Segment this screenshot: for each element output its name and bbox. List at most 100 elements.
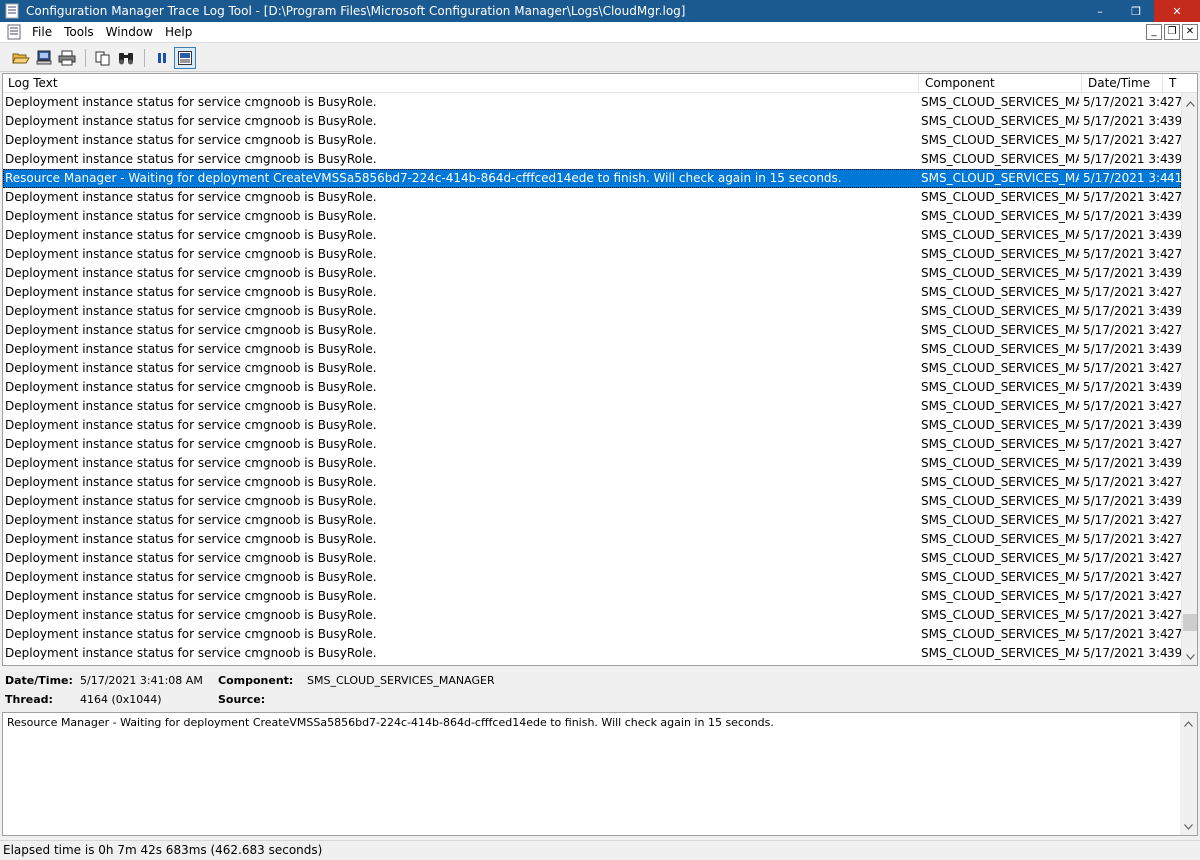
table-row[interactable]: Deployment instance status for service c… <box>3 150 1181 169</box>
table-row[interactable]: Deployment instance status for service c… <box>3 207 1181 226</box>
log-list[interactable]: Log Text Component Date/Time T Deploymen… <box>2 73 1198 666</box>
toolbar-separator <box>144 48 145 67</box>
mdi-minimize-button[interactable]: _ <box>1146 24 1162 40</box>
table-row[interactable]: Deployment instance status for service c… <box>3 530 1181 549</box>
open-folder-icon <box>12 53 30 63</box>
column-header-datetime[interactable]: Date/Time <box>1083 74 1163 93</box>
log-text-cell: Resource Manager - Waiting for deploymen… <box>5 171 842 185</box>
thread-cell: 390 <box>1167 304 1181 318</box>
find-button[interactable] <box>115 47 137 69</box>
toggle-details-button[interactable] <box>174 46 196 69</box>
table-row[interactable]: Deployment instance status for service c… <box>3 492 1181 511</box>
table-row[interactable]: Deployment instance status for service c… <box>3 93 1181 112</box>
scroll-thumb[interactable] <box>1183 614 1197 631</box>
minimize-button[interactable]: – <box>1082 0 1118 22</box>
thread-value: 4164 (0x1044) <box>80 693 162 706</box>
component-cell: SMS_CLOUD_SERVICES_MANAGER <box>921 361 1079 375</box>
menu-file[interactable]: File <box>26 25 58 39</box>
datetime-cell: 5/17/2021 3:41 <box>1083 627 1167 641</box>
datetime-label: Date/Time: <box>5 674 73 687</box>
scroll-up-arrow-icon[interactable] <box>1182 95 1197 112</box>
table-row[interactable]: Deployment instance status for service c… <box>3 378 1181 397</box>
thread-cell: 278 <box>1167 532 1181 546</box>
thread-cell: 278 <box>1167 608 1181 622</box>
component-cell: SMS_CLOUD_SERVICES_MANAGER <box>921 171 1079 185</box>
thread-cell: 278 <box>1167 437 1181 451</box>
column-header-log-text[interactable]: Log Text <box>3 74 919 93</box>
component-cell: SMS_CLOUD_SERVICES_MANAGER <box>921 608 1079 622</box>
table-row[interactable]: Deployment instance status for service c… <box>3 663 1181 665</box>
thread-cell: 278 <box>1167 133 1181 147</box>
table-row[interactable]: Deployment instance status for service c… <box>3 245 1181 264</box>
close-button[interactable]: ✕ <box>1154 0 1200 22</box>
copy-button[interactable] <box>92 47 114 69</box>
log-text-cell: Deployment instance status for service c… <box>5 304 377 318</box>
pause-button[interactable] <box>151 47 173 69</box>
datetime-cell: 5/17/2021 3:41 <box>1083 589 1167 603</box>
component-cell: SMS_CLOUD_SERVICES_MANAGER <box>921 342 1079 356</box>
document-icon[interactable] <box>6 24 22 40</box>
open-remote-button[interactable] <box>33 47 55 69</box>
log-text-cell: Deployment instance status for service c… <box>5 399 377 413</box>
table-row[interactable]: Deployment instance status for service c… <box>3 397 1181 416</box>
table-row[interactable]: Deployment instance status for service c… <box>3 416 1181 435</box>
scroll-up-arrow-icon[interactable] <box>1180 715 1197 732</box>
table-row[interactable]: Deployment instance status for service c… <box>3 131 1181 150</box>
datetime-cell: 5/17/2021 3:41 <box>1083 570 1167 584</box>
datetime-cell: 5/17/2021 3:41 <box>1083 646 1167 660</box>
details-pane-icon <box>178 50 192 65</box>
menu-tools[interactable]: Tools <box>58 25 100 39</box>
table-row[interactable]: Deployment instance status for service c… <box>3 359 1181 378</box>
mdi-restore-button[interactable]: ❐ <box>1164 24 1180 40</box>
table-row[interactable]: Deployment instance status for service c… <box>3 226 1181 245</box>
log-text-cell: Deployment instance status for service c… <box>5 380 377 394</box>
table-row[interactable]: Deployment instance status for service c… <box>3 340 1181 359</box>
table-row[interactable]: Deployment instance status for service c… <box>3 264 1181 283</box>
table-row[interactable]: Deployment instance status for service c… <box>3 112 1181 131</box>
column-header-thread[interactable]: T <box>1164 74 1197 93</box>
table-row[interactable]: Deployment instance status for service c… <box>3 644 1181 663</box>
scroll-down-arrow-icon[interactable] <box>1182 648 1197 665</box>
component-cell: SMS_CLOUD_SERVICES_MANAGER <box>921 323 1079 337</box>
menu-window[interactable]: Window <box>100 25 159 39</box>
thread-label: Thread: <box>5 693 53 706</box>
log-text-cell: Deployment instance status for service c… <box>5 114 377 128</box>
message-scrollbar[interactable] <box>1180 713 1197 835</box>
component-cell: SMS_CLOUD_SERVICES_MANAGER <box>921 228 1079 242</box>
table-row[interactable]: Deployment instance status for service c… <box>3 454 1181 473</box>
mdi-close-button[interactable]: ✕ <box>1182 24 1198 40</box>
component-cell: SMS_CLOUD_SERVICES_MANAGER <box>921 304 1079 318</box>
thread-cell: 278 <box>1167 323 1181 337</box>
table-row[interactable]: Deployment instance status for service c… <box>3 511 1181 530</box>
datetime-cell: 5/17/2021 3:41 <box>1083 513 1167 527</box>
table-row[interactable]: Deployment instance status for service c… <box>3 283 1181 302</box>
table-row[interactable]: Deployment instance status for service c… <box>3 625 1181 644</box>
log-text-cell: Deployment instance status for service c… <box>5 627 377 641</box>
table-row[interactable]: Deployment instance status for service c… <box>3 568 1181 587</box>
print-button[interactable] <box>56 47 78 69</box>
column-header-component[interactable]: Component <box>920 74 1082 93</box>
scroll-down-arrow-icon[interactable] <box>1180 818 1197 835</box>
table-row[interactable]: Deployment instance status for service c… <box>3 606 1181 625</box>
table-row[interactable]: Deployment instance status for service c… <box>3 473 1181 492</box>
log-list-scrollbar[interactable] <box>1181 93 1197 665</box>
log-text-cell: Deployment instance status for service c… <box>5 646 377 660</box>
component-cell: SMS_CLOUD_SERVICES_MANAGER <box>921 114 1079 128</box>
table-row[interactable]: Deployment instance status for service c… <box>3 188 1181 207</box>
table-row[interactable]: Deployment instance status for service c… <box>3 321 1181 340</box>
table-row[interactable]: Deployment instance status for service c… <box>3 587 1181 606</box>
open-button[interactable] <box>10 47 32 69</box>
log-text-cell: Deployment instance status for service c… <box>5 228 377 242</box>
table-row[interactable]: Deployment instance status for service c… <box>3 302 1181 321</box>
menu-help[interactable]: Help <box>159 25 198 39</box>
thread-cell: 416 <box>1167 171 1181 185</box>
datetime-cell: 5/17/2021 3:41 <box>1083 152 1167 166</box>
maximize-button[interactable]: ❐ <box>1118 0 1154 22</box>
table-row[interactable]: Resource Manager - Waiting for deploymen… <box>3 169 1181 188</box>
table-row[interactable]: Deployment instance status for service c… <box>3 435 1181 454</box>
thread-cell: 390 <box>1167 646 1181 660</box>
table-row[interactable]: Deployment instance status for service c… <box>3 549 1181 568</box>
message-textbox[interactable]: Resource Manager - Waiting for deploymen… <box>2 712 1198 836</box>
component-cell: SMS_CLOUD_SERVICES_MANAGER <box>921 133 1079 147</box>
log-text-cell: Deployment instance status for service c… <box>5 247 377 261</box>
